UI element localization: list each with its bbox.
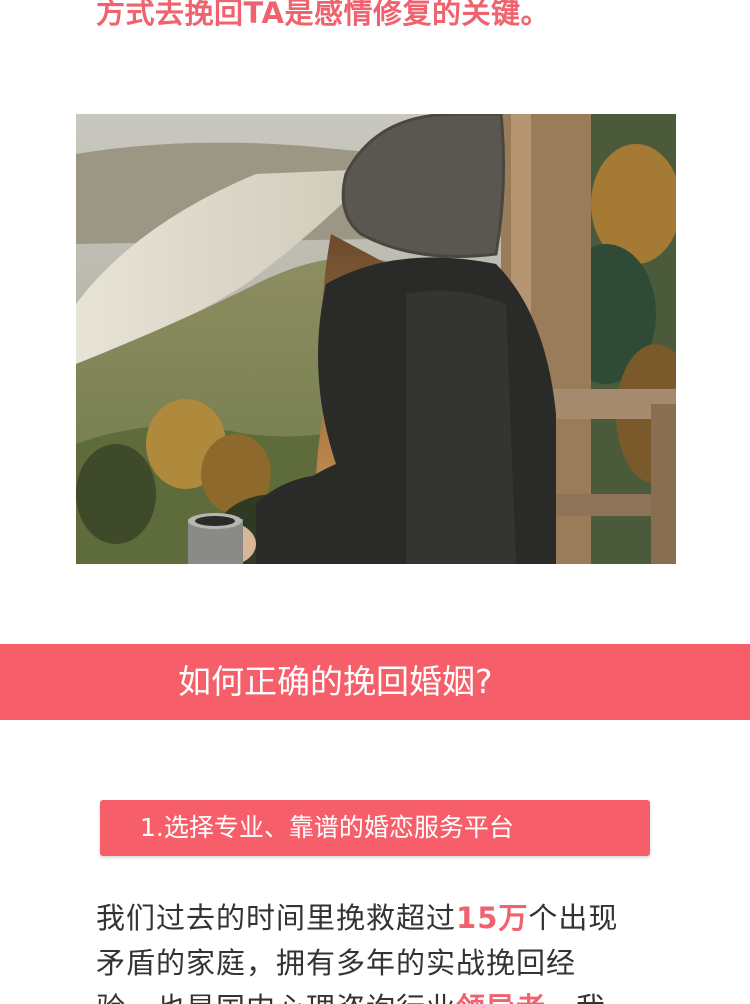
body-line-3: 验，也是国内心理咨询行业领导者，我 (96, 986, 656, 1004)
body-text-segment: 验，也是国内心理咨询行业 (96, 991, 456, 1004)
highlight-count: 15万 (456, 901, 529, 935)
hero-photo-illustration (76, 114, 676, 564)
section-banner: 如何正确的挽回婚姻? (0, 644, 750, 720)
body-text-segment: 我们过去的时间里挽救超过 (96, 901, 457, 935)
section-title: 如何正确的挽回婚姻? (178, 662, 493, 701)
point-heading-1: 1.选择专业、靠谱的婚恋服务平台 (100, 800, 650, 856)
intro-text: 方式去挽回TA是感情修复的关键。 (96, 0, 550, 30)
point-heading-label: 1.选择专业、靠谱的婚恋服务平台 (140, 813, 514, 842)
body-text-segment: ，我 (546, 991, 606, 1004)
body-text-segment: 个出现 (528, 901, 619, 935)
body-line-1: 我们过去的时间里挽救超过15万个出现 (96, 896, 656, 941)
article-page: 方式去挽回TA是感情修复的关键。 如何正确的挽回婚姻? 1.选择专业、靠谱的婚恋… (0, 0, 750, 1004)
hero-photo (76, 114, 676, 564)
body-paragraph: 我们过去的时间里挽救超过15万个出现 矛盾的家庭，拥有多年的实战挽回经 验，也是… (96, 896, 656, 1004)
body-line-2: 矛盾的家庭，拥有多年的实战挽回经 (96, 941, 656, 986)
body-text-segment: 矛盾的家庭，拥有多年的实战挽回经 (96, 946, 577, 980)
highlight-leader: 领导者 (456, 991, 546, 1004)
